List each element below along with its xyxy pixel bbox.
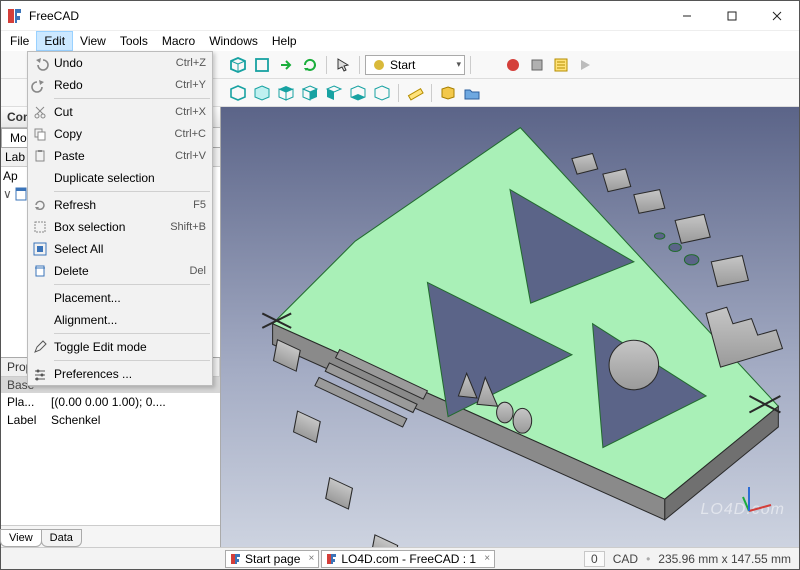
doc-tab-document[interactable]: LO4D.com - FreeCAD : 1 ×: [321, 550, 495, 568]
menu-item-box-selection[interactable]: Box selection Shift+B: [28, 216, 212, 238]
workbench-selector-value: Start: [390, 58, 415, 72]
view-top-icon[interactable]: [275, 82, 297, 104]
axis-gizmo: [741, 483, 777, 519]
menu-edit[interactable]: Edit: [36, 31, 73, 51]
measure-icon[interactable]: [404, 82, 426, 104]
view-rear-icon[interactable]: [323, 82, 345, 104]
close-icon[interactable]: ×: [484, 553, 490, 564]
maximize-button[interactable]: [709, 1, 754, 31]
document-icon: [14, 187, 28, 201]
macro-play-icon[interactable]: [574, 54, 596, 76]
macro-stop-icon[interactable]: [526, 54, 548, 76]
menu-item-cut[interactable]: Cut Ctrl+X: [28, 101, 212, 123]
preferences-icon: [30, 364, 50, 384]
cursor-coords: 235.96 mm x 147.55 mm: [658, 552, 791, 566]
menu-item-copy[interactable]: Copy Ctrl+C: [28, 123, 212, 145]
box-select-icon: [30, 217, 50, 237]
menu-view[interactable]: View: [73, 32, 113, 50]
app-icon: [326, 553, 338, 565]
paste-icon: [30, 146, 50, 166]
view-iso-icon[interactable]: [227, 82, 249, 104]
delete-icon: [30, 261, 50, 281]
menu-bar: File Edit View Tools Macro Windows Help: [1, 31, 799, 51]
menu-separator: [54, 284, 210, 285]
menu-item-paste[interactable]: Paste Ctrl+V: [28, 145, 212, 167]
refresh-icon: [30, 195, 50, 215]
menu-separator: [54, 333, 210, 334]
prop-tab-view[interactable]: View: [0, 529, 42, 547]
menu-item-duplicate[interactable]: Duplicate selection: [28, 167, 212, 189]
prop-row[interactable]: Pla... [(0.00 0.00 1.00); 0....: [1, 393, 220, 411]
menu-help[interactable]: Help: [265, 32, 304, 50]
model-render: [221, 107, 799, 547]
cube-axo-icon[interactable]: [227, 54, 249, 76]
edit-menu-dropdown: Undo Ctrl+Z Redo Ctrl+Y Cut Ctrl+X Copy …: [27, 51, 213, 386]
view-front-icon[interactable]: [251, 82, 273, 104]
prop-row[interactable]: Label Schenkel: [1, 411, 220, 429]
view-bottom-icon[interactable]: [347, 82, 369, 104]
menu-item-refresh[interactable]: Refresh F5: [28, 194, 212, 216]
menu-item-placement[interactable]: Placement...: [28, 287, 212, 309]
3d-viewport[interactable]: LO4D.com: [221, 107, 799, 547]
prop-tab-data[interactable]: Data: [41, 529, 82, 547]
menu-item-select-all[interactable]: Select All: [28, 238, 212, 260]
app-icon: [7, 8, 23, 24]
redo-icon: [30, 75, 50, 95]
cut-icon: [30, 102, 50, 122]
menu-separator: [54, 98, 210, 99]
pencil-icon: [30, 337, 50, 357]
menu-item-toggle-edit[interactable]: Toggle Edit mode: [28, 336, 212, 358]
menu-tools[interactable]: Tools: [113, 32, 155, 50]
menu-item-preferences[interactable]: Preferences ...: [28, 363, 212, 385]
workbench-selector[interactable]: Start: [365, 55, 465, 75]
macro-record-icon[interactable]: [502, 54, 524, 76]
arrow-right-icon[interactable]: [275, 54, 297, 76]
part-box-icon[interactable]: [437, 82, 459, 104]
cursor-arrow-icon[interactable]: [332, 54, 354, 76]
copy-icon: [30, 124, 50, 144]
undo-icon: [30, 53, 50, 73]
view-right-icon[interactable]: [299, 82, 321, 104]
close-button[interactable]: [754, 1, 799, 31]
window-title: FreeCAD: [29, 9, 664, 23]
tree-header: Lab: [1, 148, 29, 166]
nav-style-button[interactable]: 0: [584, 551, 605, 567]
folder-open-icon[interactable]: [461, 82, 483, 104]
app-icon: [230, 553, 242, 565]
close-icon[interactable]: ×: [309, 553, 315, 564]
menu-item-delete[interactable]: Delete Del: [28, 260, 212, 282]
refresh-green-icon[interactable]: [299, 54, 321, 76]
menu-file[interactable]: File: [3, 32, 36, 50]
cube-front-icon[interactable]: [251, 54, 273, 76]
minimize-button[interactable]: [664, 1, 709, 31]
doc-tab-start[interactable]: Start page ×: [225, 550, 319, 568]
macro-edit-icon[interactable]: [550, 54, 572, 76]
menu-separator: [54, 191, 210, 192]
properties-panel: Prope Value Base Pla... [(0.00 0.00 1.00…: [1, 358, 220, 547]
menu-item-alignment[interactable]: Alignment...: [28, 309, 212, 331]
menu-item-undo[interactable]: Undo Ctrl+Z: [28, 52, 212, 74]
status-bar: Start page × LO4D.com - FreeCAD : 1 × 0 …: [1, 547, 799, 569]
title-bar: FreeCAD: [1, 1, 799, 31]
menu-separator: [54, 360, 210, 361]
menu-item-redo[interactable]: Redo Ctrl+Y: [28, 74, 212, 96]
select-all-icon: [30, 239, 50, 259]
nav-mode-label: CAD: [613, 552, 638, 566]
menu-macro[interactable]: Macro: [155, 32, 202, 50]
view-left-icon[interactable]: [371, 82, 393, 104]
menu-windows[interactable]: Windows: [202, 32, 265, 50]
